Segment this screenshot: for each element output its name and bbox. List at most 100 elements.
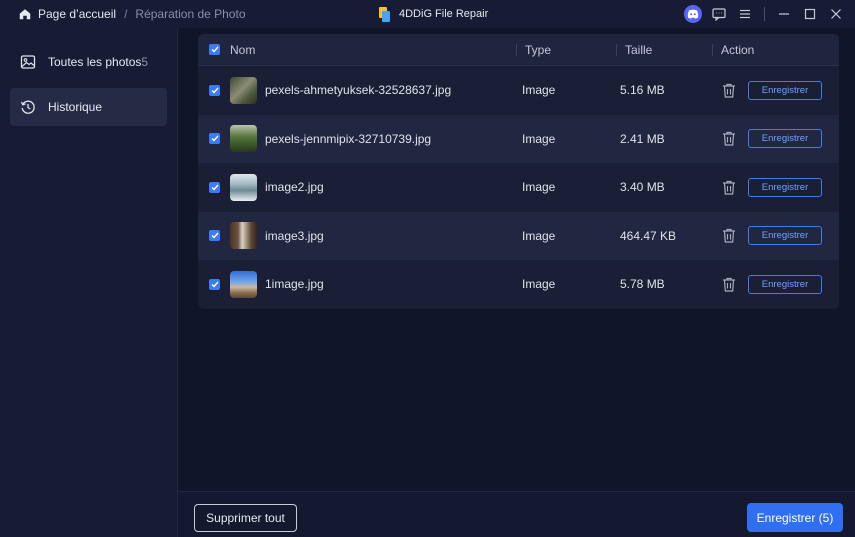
row-check-cell: [198, 278, 230, 290]
column-label: Taille: [625, 42, 653, 57]
table-row[interactable]: image2.jpg Image 3.40 MB Enregistrer: [198, 163, 839, 212]
trash-icon[interactable]: [722, 277, 736, 292]
file-size: 5.16 MB: [620, 83, 665, 98]
file-type: Image: [522, 277, 556, 292]
row-checkbox[interactable]: [209, 278, 220, 290]
row-checkbox[interactable]: [209, 181, 220, 193]
file-size: 3.40 MB: [620, 180, 665, 195]
file-name: pexels-jennmipix-32710739.jpg: [265, 131, 432, 146]
table-row[interactable]: pexels-ahmetyuksek-32528637.jpg Image 5.…: [198, 66, 839, 115]
window-controls: [680, 0, 855, 28]
home-icon[interactable]: [18, 7, 32, 21]
row-checkbox[interactable]: [209, 133, 220, 145]
column-divider: [516, 43, 517, 56]
history-icon: [20, 100, 35, 114]
file-name-cell: image2.jpg: [230, 173, 516, 201]
file-type: Image: [522, 228, 556, 243]
row-checkbox[interactable]: [209, 230, 220, 242]
footer-bar: Supprimer tout Enregistrer (5): [179, 491, 855, 537]
table-header: Nom Type Taille Action: [198, 34, 839, 66]
sidebar: Toutes les photos 5 Historique: [0, 28, 178, 537]
breadcrumb-separator: /: [124, 7, 128, 21]
file-thumbnail: [230, 125, 257, 153]
file-name: image3.jpg: [265, 228, 324, 243]
column-label: Type: [525, 42, 552, 57]
table-row[interactable]: 1image.jpg Image 5.78 MB Enregistrer: [198, 260, 839, 309]
row-actions: Enregistrer: [712, 226, 839, 246]
sidebar-item-count: 5: [141, 55, 149, 69]
feedback-button[interactable]: [706, 0, 732, 28]
row-actions: Enregistrer: [712, 129, 839, 149]
file-type: Image: [522, 83, 556, 98]
row-check-cell: [198, 84, 230, 96]
menu-icon: [740, 9, 750, 19]
maximize-icon: [804, 8, 816, 20]
file-table: Nom Type Taille Action pexels-ahmetyukse…: [198, 34, 839, 309]
column-divider: [616, 43, 617, 56]
table-row[interactable]: pexels-jennmipix-32710739.jpg Image 2.41…: [198, 114, 839, 163]
trash-icon[interactable]: [722, 180, 736, 195]
file-thumbnail: [230, 222, 257, 250]
title-bar: Page d’accueil / Réparation de Photo 4DD…: [0, 0, 855, 28]
file-thumbnail: [230, 270, 257, 298]
column-label: Action: [721, 42, 755, 57]
discord-button[interactable]: [680, 0, 706, 28]
menu-button[interactable]: [732, 0, 758, 28]
file-name: pexels-ahmetyuksek-32528637.jpg: [265, 83, 452, 98]
file-type: Image: [522, 131, 556, 146]
row-check-cell: [198, 133, 230, 145]
sidebar-item-label: Historique: [48, 100, 103, 114]
file-name-cell: pexels-ahmetyuksek-32528637.jpg: [230, 76, 516, 104]
column-header-action: Action: [712, 43, 839, 57]
controls-divider: [764, 7, 765, 21]
row-actions: Enregistrer: [712, 274, 839, 294]
delete-all-button[interactable]: Supprimer tout: [194, 504, 297, 532]
row-actions: Enregistrer: [712, 177, 839, 197]
minimize-button[interactable]: [771, 0, 797, 28]
select-all-cell: [198, 44, 230, 55]
sidebar-item-all-photos[interactable]: Toutes les photos 5: [10, 43, 167, 81]
column-divider: [712, 43, 713, 56]
save-all-button[interactable]: Enregistrer (5): [747, 503, 843, 532]
trash-icon[interactable]: [722, 83, 736, 98]
close-icon: [831, 9, 841, 19]
sidebar-item-history[interactable]: Historique: [10, 88, 167, 126]
column-label: Nom: [230, 42, 256, 57]
save-button[interactable]: Enregistrer: [748, 80, 822, 100]
column-header-type[interactable]: Type: [516, 43, 616, 57]
column-header-name[interactable]: Nom: [230, 43, 516, 57]
main-content: Nom Type Taille Action pexels-ahmetyukse…: [179, 28, 855, 491]
column-header-size[interactable]: Taille: [616, 43, 712, 57]
file-name-cell: 1image.jpg: [230, 270, 516, 298]
table-row[interactable]: image3.jpg Image 464.47 KB Enregistrer: [198, 211, 839, 260]
close-button[interactable]: [823, 0, 849, 28]
file-name-cell: pexels-jennmipix-32710739.jpg: [230, 125, 516, 153]
breadcrumb-current: Réparation de Photo: [135, 7, 246, 21]
save-button[interactable]: Enregistrer: [748, 129, 822, 149]
file-size: 464.47 KB: [620, 228, 677, 243]
maximize-button[interactable]: [797, 0, 823, 28]
image-icon: [20, 55, 36, 69]
file-name: 1image.jpg: [265, 277, 324, 292]
file-size: 5.78 MB: [620, 277, 665, 292]
app-logo-icon: [379, 6, 390, 22]
file-thumbnail: [230, 173, 257, 201]
file-size: 2.41 MB: [620, 131, 665, 146]
breadcrumb-home[interactable]: Page d’accueil: [38, 7, 116, 21]
row-actions: Enregistrer: [712, 80, 839, 100]
trash-icon[interactable]: [722, 131, 736, 146]
save-button[interactable]: Enregistrer: [748, 274, 822, 294]
feedback-icon: [712, 7, 726, 21]
save-button[interactable]: Enregistrer: [748, 177, 822, 197]
file-name-cell: image3.jpg: [230, 222, 516, 250]
file-type: Image: [522, 180, 556, 195]
file-thumbnail: [230, 76, 257, 104]
row-check-cell: [198, 181, 230, 193]
row-checkbox[interactable]: [209, 84, 220, 96]
save-button[interactable]: Enregistrer: [748, 226, 822, 246]
breadcrumb: Page d’accueil / Réparation de Photo: [0, 7, 246, 21]
app-title: 4DDiG File Repair: [378, 0, 488, 28]
select-all-checkbox[interactable]: [209, 44, 220, 55]
minimize-icon: [779, 13, 789, 15]
trash-icon[interactable]: [722, 228, 736, 243]
